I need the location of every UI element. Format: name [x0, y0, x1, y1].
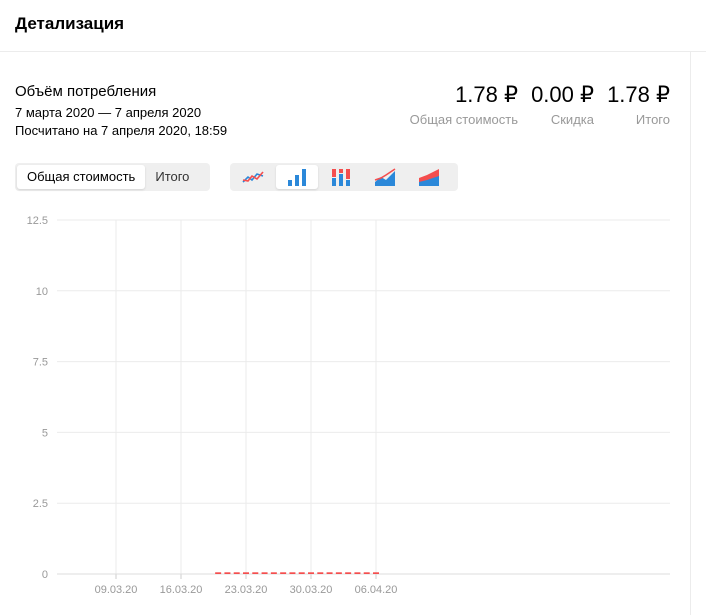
bar[interactable]	[373, 572, 379, 574]
bar[interactable]	[270, 572, 277, 574]
details-page: Детализация Объём потребления 7 марта 20…	[0, 0, 706, 615]
y-tick-label: 12.5	[27, 215, 48, 227]
y-tick-label: 2.5	[33, 498, 48, 510]
x-tick-label: 09.03.20	[95, 584, 138, 596]
cost-bar-chart: 0 2.5 5 7.5 10 12.5 09.03.20 16.03.20 23.03.20 30…	[27, 215, 670, 596]
area-chart-icon	[374, 168, 396, 186]
bar[interactable]	[215, 572, 222, 574]
summary-total-cost: 1.78 ₽ Общая стоимость	[410, 82, 518, 129]
bar[interactable]	[298, 572, 305, 574]
metric-option-total-cost[interactable]: Общая стоимость	[17, 165, 146, 189]
y-tick-label: 7.5	[33, 357, 48, 369]
bar[interactable]	[252, 572, 259, 574]
calculated-at: Посчитано на 7 апреля 2020, 18:59	[15, 123, 228, 138]
y-tick-label: 10	[36, 286, 48, 298]
metric-option-result[interactable]: Итого	[145, 165, 199, 189]
summary-discount-label: Скидка	[550, 112, 594, 127]
bar[interactable]	[289, 572, 296, 574]
consumption-period: 7 марта 2020 — 7 апреля 2020	[15, 105, 202, 120]
bar[interactable]	[243, 572, 249, 574]
chart-type-stacked-bar-button[interactable]	[320, 165, 362, 189]
consumption-title: Объём потребления	[15, 83, 157, 100]
bar[interactable]	[224, 572, 231, 574]
summary-result-label: Итого	[635, 112, 670, 127]
page-header: Детализация	[0, 0, 706, 52]
bar[interactable]	[280, 572, 287, 574]
stacked-bar-chart-icon	[332, 169, 350, 186]
bar[interactable]	[345, 572, 352, 574]
summary-result: 1.78 ₽ Итого	[607, 82, 670, 129]
chart-type-line-button[interactable]	[232, 165, 274, 189]
chart-labels: 0 2.5 5 7.5 10 12.5 09.03.20 16.03.20 23.03.20 30…	[27, 215, 398, 596]
stacked-area-chart-icon	[419, 169, 439, 186]
x-tick-label: 06.04.20	[355, 584, 398, 596]
summary-total-cost-label: Общая стоимость	[409, 112, 518, 127]
summary-discount: 0.00 ₽ Скидка	[531, 82, 594, 129]
summary-total-cost-value: 1.78 ₽	[455, 82, 518, 107]
summary-discount-value: 0.00 ₽	[531, 82, 594, 107]
x-tick-label: 30.03.20	[290, 584, 333, 596]
metric-toggle: Общая стоимость Итого	[15, 163, 210, 191]
chart-type-toggle	[230, 163, 458, 191]
bar[interactable]	[363, 572, 370, 574]
bar[interactable]	[326, 572, 333, 574]
chart-grid	[57, 219, 670, 579]
bar[interactable]	[308, 572, 314, 574]
bar[interactable]	[335, 572, 342, 574]
y-tick-label: 5	[42, 427, 48, 439]
chart-type-area-button[interactable]	[364, 165, 406, 189]
page-title: Детализация	[15, 14, 125, 33]
bar[interactable]	[317, 572, 324, 574]
x-tick-label: 16.03.20	[160, 584, 203, 596]
right-divider	[690, 52, 691, 615]
line-chart-icon	[242, 171, 264, 183]
bar[interactable]	[354, 572, 361, 574]
x-tick-label: 23.03.20	[225, 584, 268, 596]
bar-chart-icon	[288, 169, 306, 186]
bar[interactable]	[261, 572, 268, 574]
chart-type-stacked-area-button[interactable]	[408, 165, 450, 189]
summary-result-value: 1.78 ₽	[607, 82, 670, 107]
chart-type-bar-button[interactable]	[276, 165, 318, 189]
bar[interactable]	[233, 572, 240, 574]
y-tick-label: 0	[42, 569, 48, 581]
